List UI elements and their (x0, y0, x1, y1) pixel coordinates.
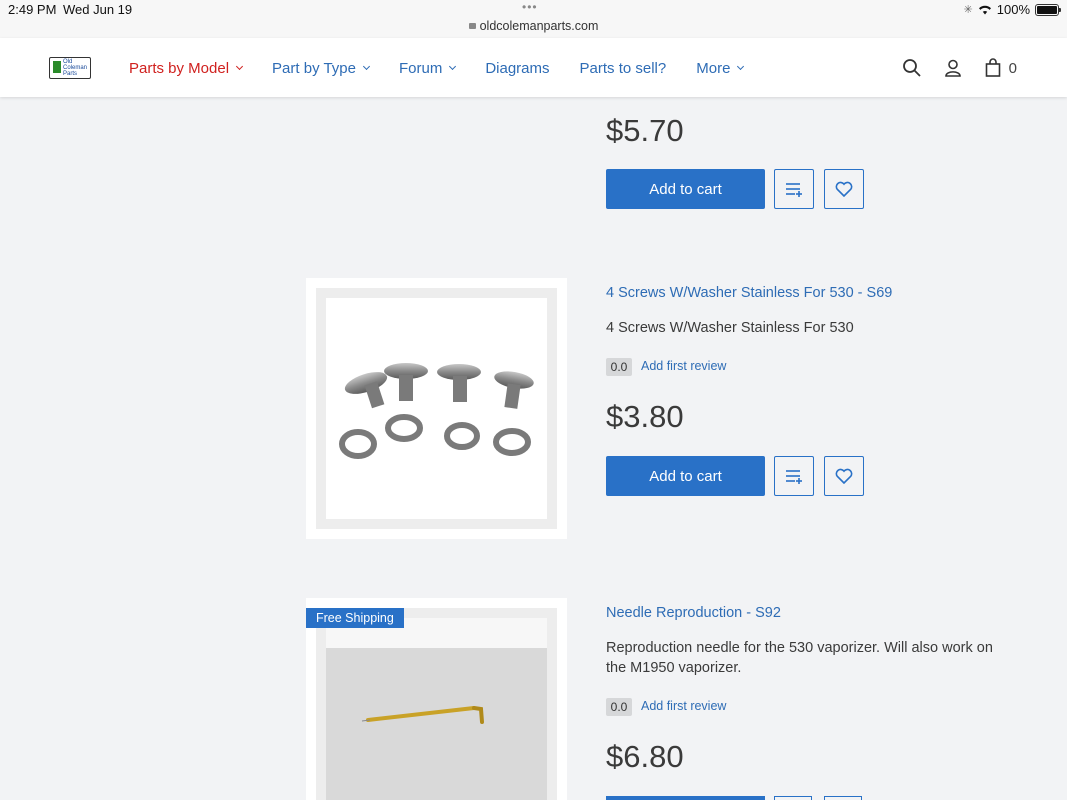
product-image[interactable] (306, 598, 567, 800)
nav-label: Parts by Model (129, 60, 230, 77)
battery-icon (1035, 3, 1061, 16)
header-actions: 0 (902, 58, 1017, 78)
rating-badge: 0.0 (606, 358, 632, 376)
product-price: $5.70 (606, 113, 684, 148)
user-icon[interactable] (943, 58, 963, 78)
needle-photo (361, 706, 484, 724)
product-photo (326, 618, 547, 800)
add-to-list-icon (786, 470, 802, 484)
battery-percent: 100% (996, 2, 1030, 17)
main-nav: Parts by Model Part by Type Forum Diagra… (129, 60, 773, 77)
wifi-icon (978, 5, 991, 15)
chevron-down-icon (737, 62, 745, 71)
nav-label: Parts to sell? (579, 60, 667, 77)
washer-2 (385, 414, 423, 442)
chevron-down-icon (449, 62, 457, 71)
screw-1 (344, 372, 388, 409)
washer-4 (493, 428, 531, 456)
status-date: Wed Jun 19 (63, 2, 133, 17)
rating-badge: 0.0 (606, 698, 632, 716)
status-time: 2:49 PM (8, 2, 57, 17)
nav-label: Part by Type (272, 60, 356, 77)
screw-2 (384, 363, 428, 401)
site-header: Old Coleman Parts Parts by Model Part by… (0, 38, 1067, 97)
nav-label: Diagrams (485, 60, 550, 77)
washer-1 (339, 429, 377, 459)
nav-diagrams[interactable]: Diagrams (485, 60, 549, 77)
chevron-down-icon (362, 62, 371, 71)
product-photo (326, 298, 547, 519)
nav-label: More (696, 60, 731, 77)
url-text: oldcolemanparts.com (479, 19, 599, 33)
nav-more[interactable]: More (696, 60, 745, 77)
activity-spinner-icon: ✳ (963, 4, 973, 16)
search-icon[interactable] (902, 58, 922, 78)
washer-3 (444, 422, 480, 450)
product-image[interactable] (306, 278, 567, 539)
add-to-cart-button[interactable]: Add to cart (606, 169, 765, 209)
nav-parts-to-sell[interactable]: Parts to sell? (580, 60, 667, 77)
add-review-link[interactable]: Add first review (641, 359, 726, 373)
multitask-dots-icon[interactable]: ••• (522, 0, 538, 14)
nav-part-by-type[interactable]: Part by Type (272, 60, 371, 77)
lock-icon (468, 23, 476, 29)
add-to-list-button[interactable] (774, 456, 814, 496)
wishlist-button[interactable] (824, 169, 864, 209)
add-to-list-icon (786, 183, 802, 197)
heart-icon (835, 468, 853, 484)
add-to-list-button[interactable] (774, 796, 812, 800)
product-title[interactable]: 4 Screws W/Washer Stainless For 530 - S6… (606, 285, 892, 301)
product-description: 4 Screws W/Washer Stainless For 530 (606, 320, 854, 336)
product-description: Reproduction needle for the 530 vaporize… (606, 640, 993, 676)
status-bar: 2:49 PM Wed Jun 19 ••• oldcolemanparts.c… (0, 0, 1067, 38)
nav-parts-by-model[interactable]: Parts by Model (129, 60, 244, 77)
logo-lantern-icon (53, 61, 61, 73)
add-to-list-button[interactable] (774, 169, 814, 209)
nav-forum[interactable]: Forum (398, 60, 457, 77)
add-to-cart-button[interactable]: Add to cart (606, 456, 765, 496)
free-shipping-badge: Free Shipping (306, 608, 404, 628)
nav-label: Forum (398, 60, 443, 77)
chevron-down-icon (236, 62, 244, 71)
address-bar[interactable]: oldcolemanparts.com (0, 19, 1067, 33)
screws-photo (339, 363, 534, 459)
cart-icon[interactable] (984, 58, 1002, 78)
product-title[interactable]: Needle Reproduction - S92 (606, 605, 781, 621)
status-indicators: ✳ 100% (963, 2, 1061, 17)
wishlist-button[interactable] (824, 456, 864, 496)
wishlist-button[interactable] (824, 796, 862, 800)
add-to-cart-button[interactable] (606, 796, 765, 800)
product-price: $6.80 (606, 739, 684, 774)
product-price: $3.80 (606, 399, 684, 434)
screw-4 (494, 371, 534, 409)
screw-3 (437, 364, 481, 402)
cart-count[interactable]: 0 (1009, 60, 1017, 77)
heart-icon (835, 181, 853, 197)
site-logo[interactable]: Old Coleman Parts (49, 57, 91, 79)
logo-text: Old Coleman Parts (63, 59, 88, 77)
add-review-link[interactable]: Add first review (641, 699, 726, 713)
